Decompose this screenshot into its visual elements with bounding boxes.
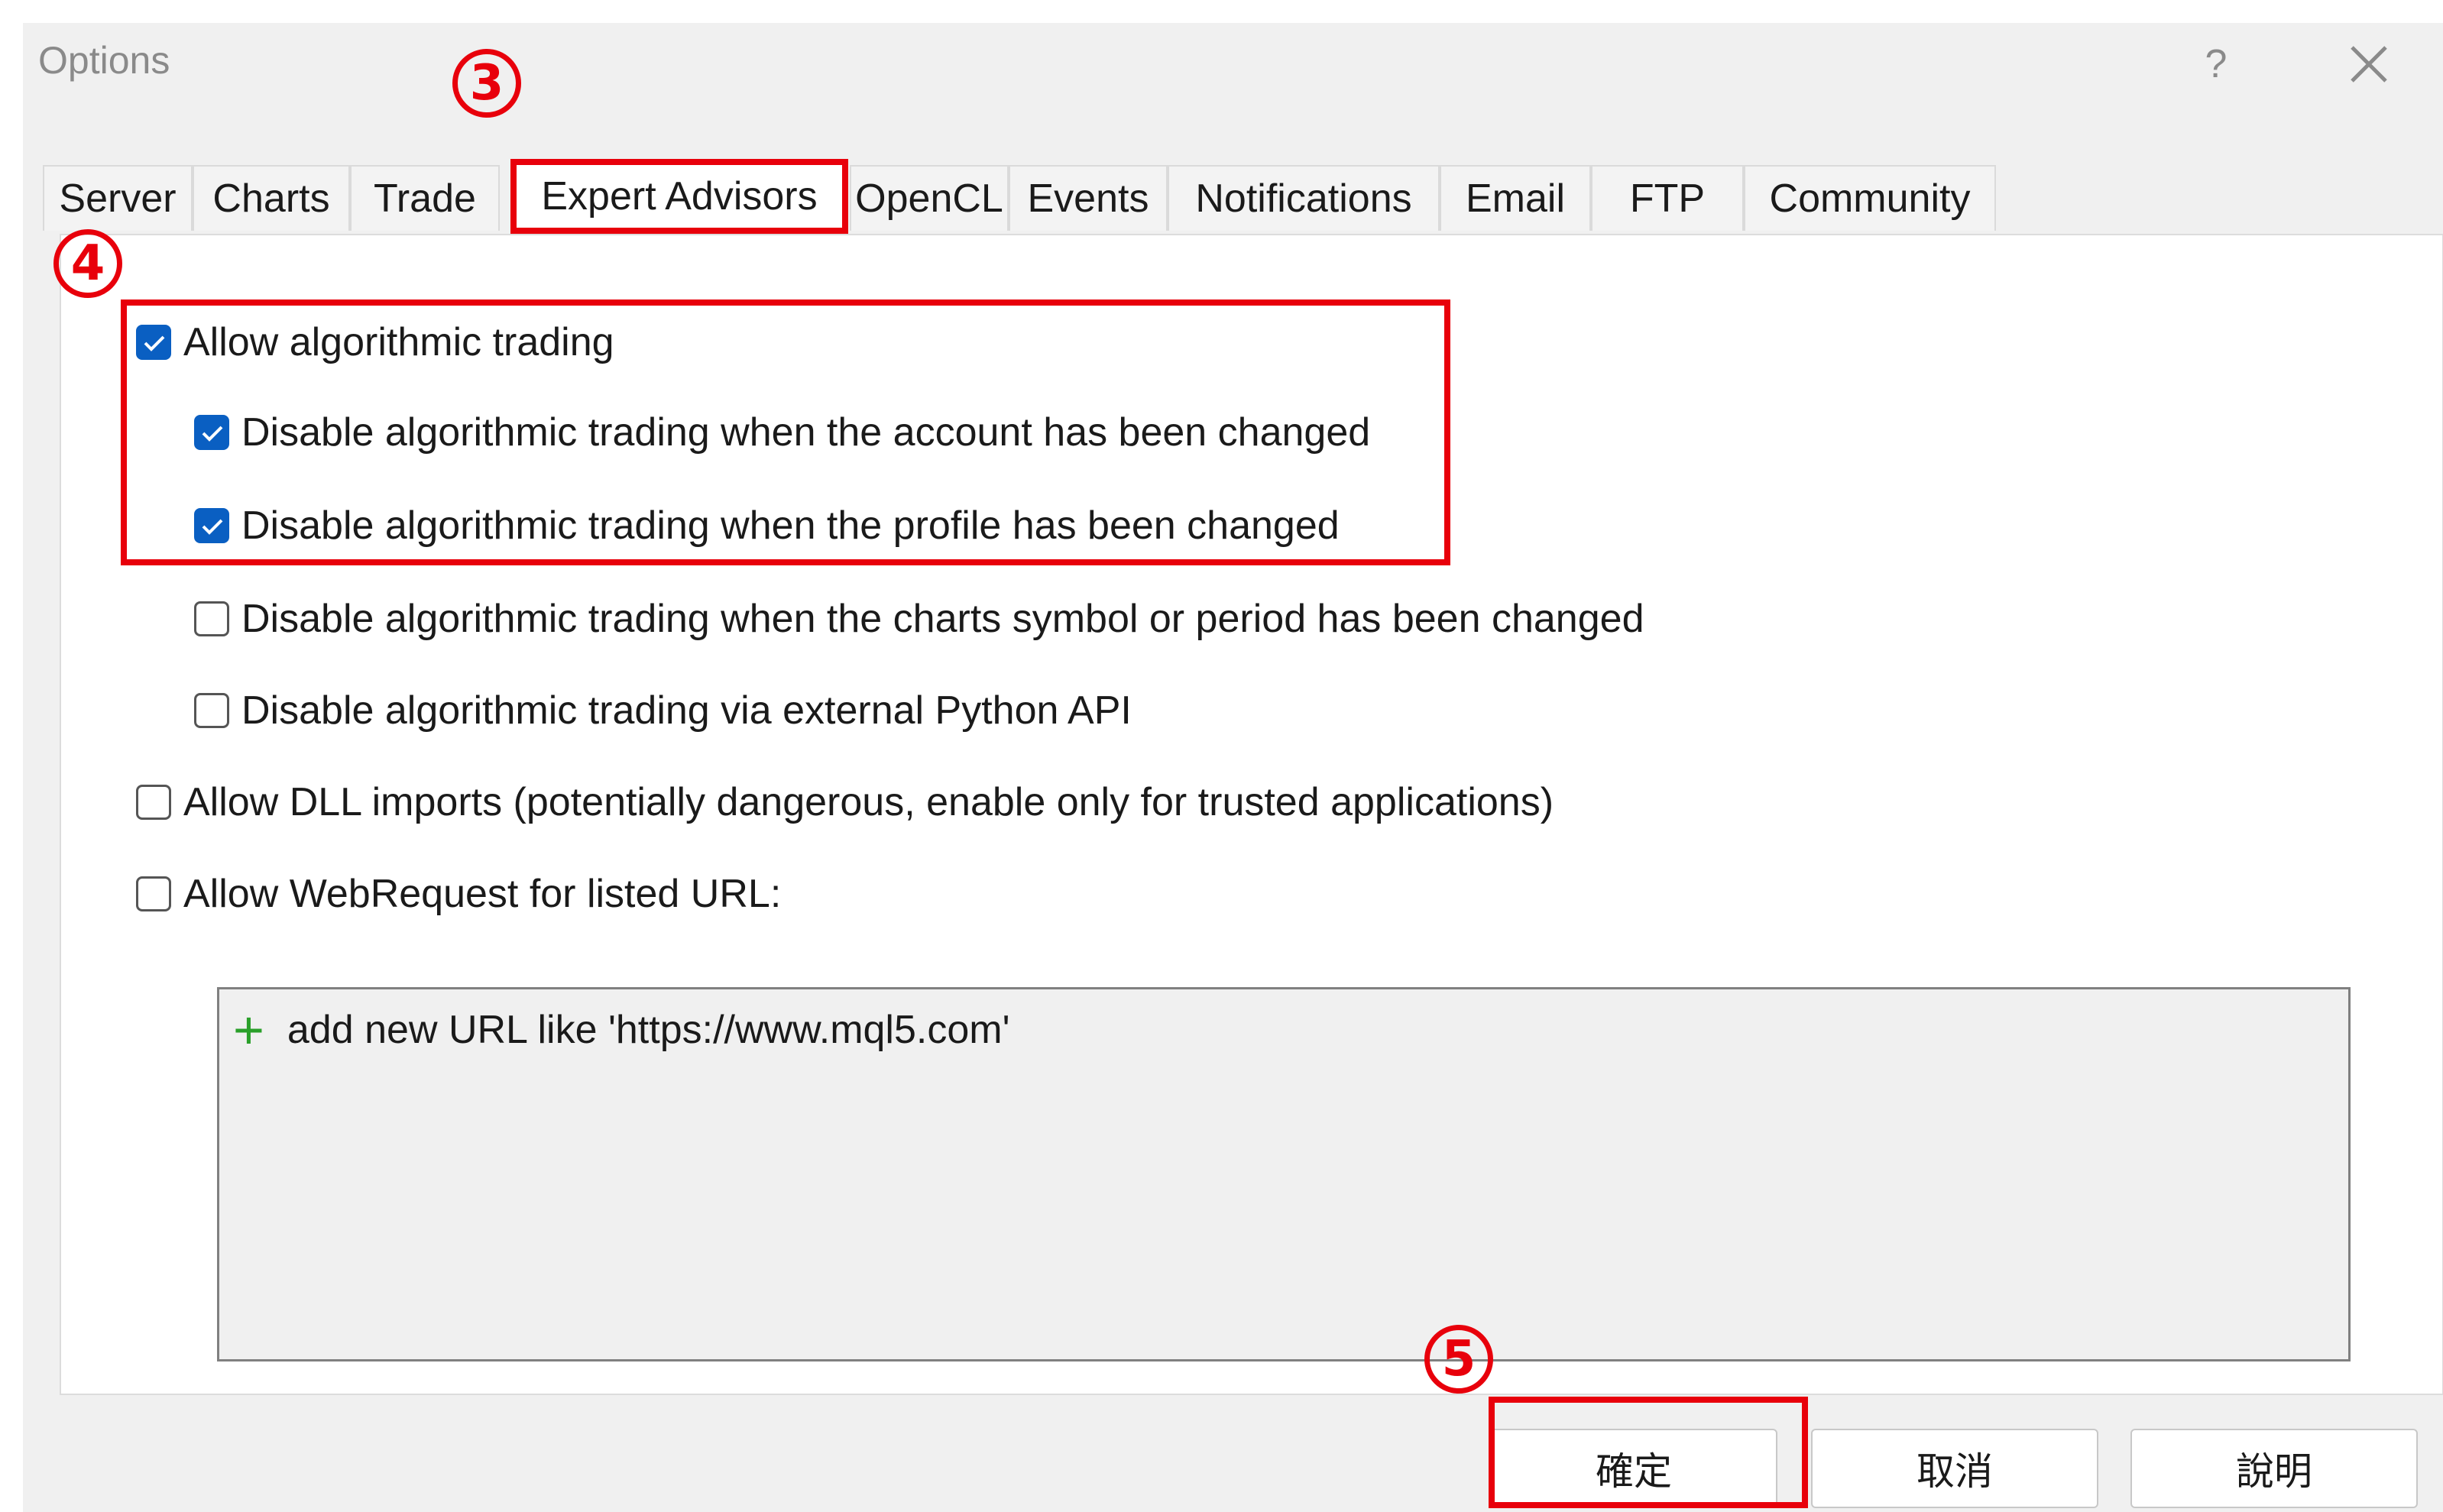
option-allow-dll-imports[interactable]: Allow DLL imports (potentially dangerous… [136,779,1554,825]
tab-server[interactable]: Server [43,165,193,231]
plus-icon: + [233,1000,264,1060]
options-dialog: Options ? Server Charts Trade Expert Adv… [23,23,2443,1512]
add-url-label: add new URL like 'https://www.mql5.com' [287,1008,1010,1052]
checkbox-unchecked[interactable] [136,785,171,820]
option-disable-on-symbol-change[interactable]: Disable algorithmic trading when the cha… [194,596,1644,642]
url-list[interactable]: + add new URL like 'https://www.mql5.com… [217,987,2351,1361]
checkbox-unchecked[interactable] [194,601,229,636]
tab-community[interactable]: Community [1744,165,1996,231]
window-title: Options [38,39,170,82]
tab-notifications[interactable]: Notifications [1168,165,1440,231]
tab-charts[interactable]: Charts [193,165,350,231]
cancel-button[interactable]: 取消 [1811,1429,2098,1508]
checkbox-unchecked[interactable] [136,876,171,911]
option-label: Disable algorithmic trading via external… [241,688,1132,733]
option-label: Allow WebRequest for listed URL: [183,872,782,916]
tab-ftp[interactable]: FTP [1591,165,1744,231]
help-icon[interactable]: ? [2193,34,2239,95]
tab-trade[interactable]: Trade [350,165,500,231]
help-button[interactable]: 說明 [2130,1429,2418,1508]
tab-email[interactable]: Email [1440,165,1591,231]
step-marker-4: 4 [53,229,122,298]
tab-opencl[interactable]: OpenCL [850,165,1009,231]
highlight-box-options [121,299,1450,565]
option-disable-python-api[interactable]: Disable algorithmic trading via external… [194,688,1132,733]
tab-expert-advisors[interactable]: Expert Advisors [510,159,848,234]
close-icon[interactable] [2338,34,2399,95]
step-marker-5: 5 [1424,1325,1493,1394]
checkbox-unchecked[interactable] [194,693,229,728]
tab-events[interactable]: Events [1009,165,1168,231]
add-url-row[interactable]: + add new URL like 'https://www.mql5.com… [233,1003,1010,1057]
option-label: Allow DLL imports (potentially dangerous… [183,780,1554,824]
option-label: Disable algorithmic trading when the cha… [241,597,1644,641]
highlight-box-ok [1489,1397,1808,1508]
step-marker-3: 3 [452,49,521,118]
option-allow-webrequest[interactable]: Allow WebRequest for listed URL: [136,871,781,917]
